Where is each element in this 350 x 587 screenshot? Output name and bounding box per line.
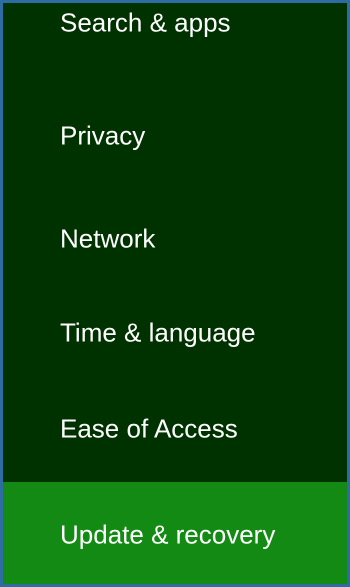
menu-item-label: Time & language <box>60 317 256 348</box>
menu-item-label: Ease of Access <box>60 413 238 444</box>
menu-item-time-language[interactable]: Time & language <box>3 293 347 373</box>
settings-menu: Search & apps Privacy Network Time & lan… <box>3 3 347 584</box>
menu-item-label: Update & recovery <box>60 519 276 550</box>
menu-item-label: Network <box>60 223 156 254</box>
menu-item-update-recovery[interactable]: Update & recovery <box>3 482 347 584</box>
settings-panel: Search & apps Privacy Network Time & lan… <box>0 0 350 587</box>
menu-item-network[interactable]: Network <box>3 199 347 279</box>
menu-item-search-apps[interactable]: Search & apps <box>3 3 347 63</box>
menu-item-ease-of-access[interactable]: Ease of Access <box>3 389 347 469</box>
menu-item-label: Search & apps <box>60 7 231 38</box>
menu-item-label: Privacy <box>60 120 146 151</box>
menu-item-privacy[interactable]: Privacy <box>3 96 347 176</box>
